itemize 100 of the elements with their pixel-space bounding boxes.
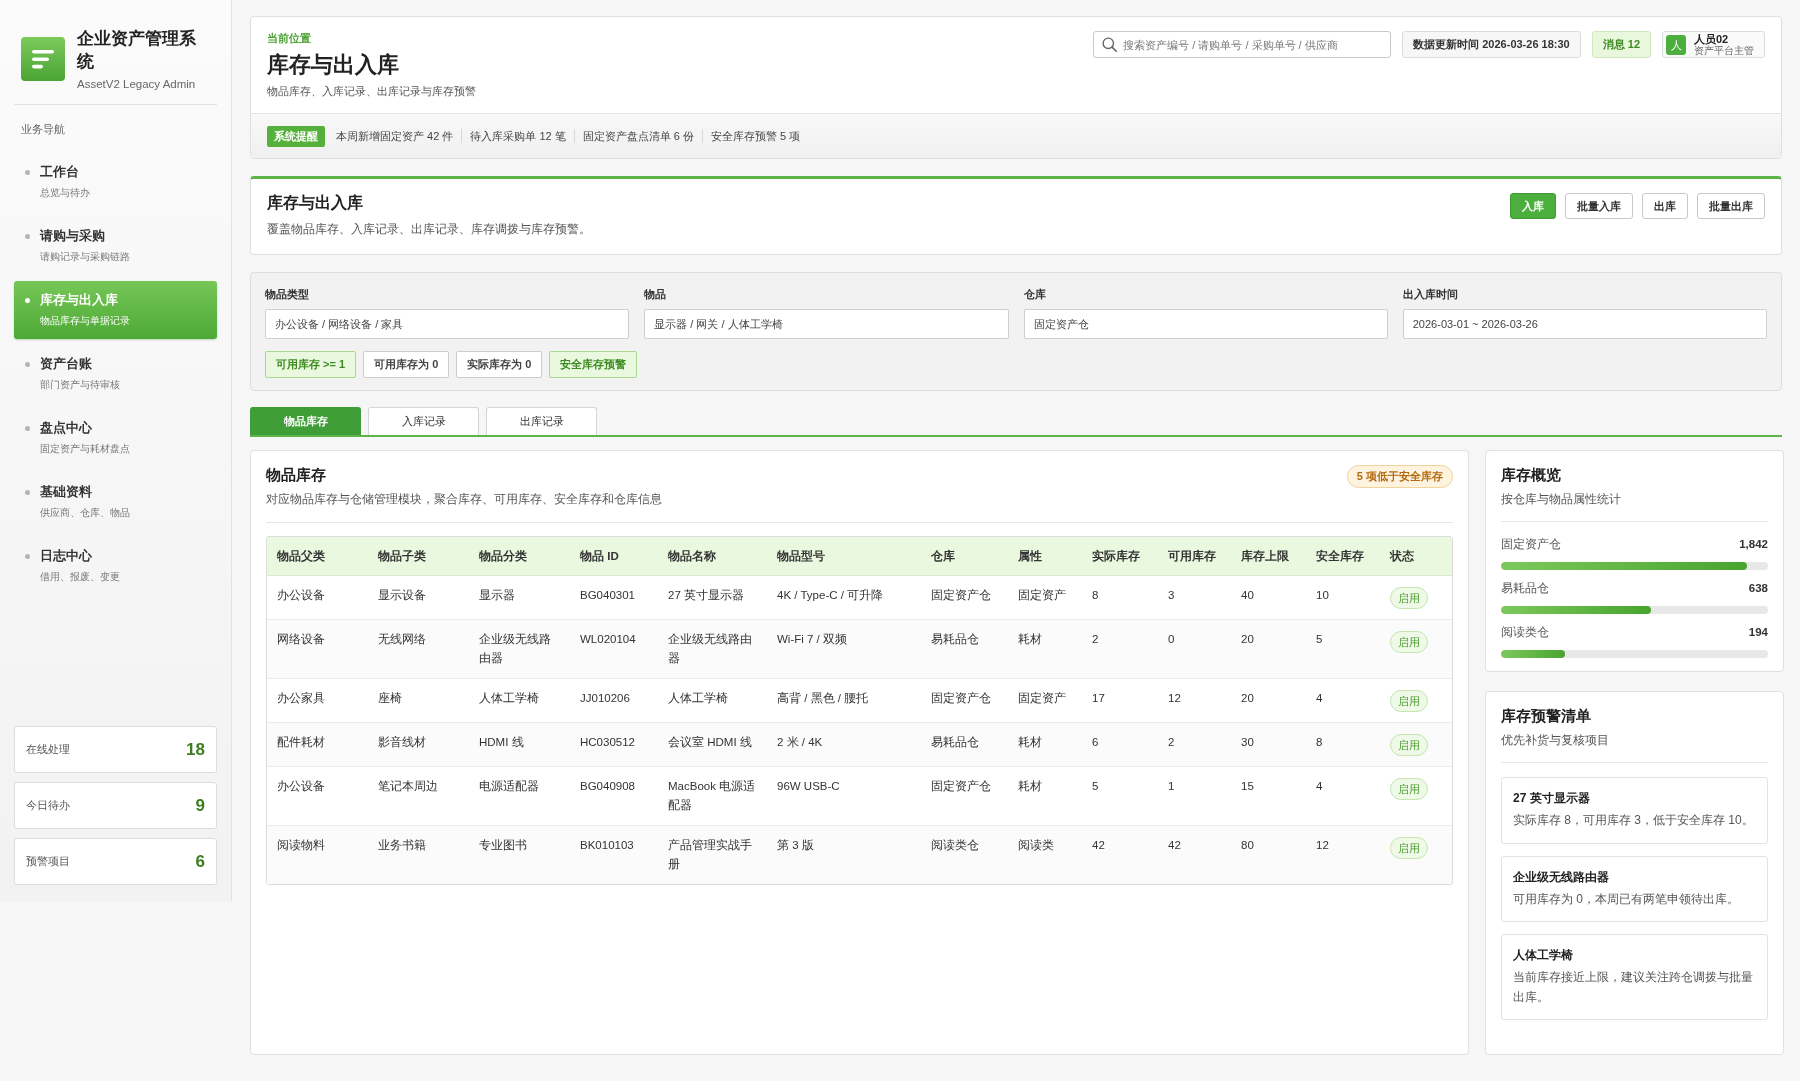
column-header: 属性	[1008, 537, 1082, 576]
user-name: 人员02	[1694, 32, 1730, 45]
column-header: 库存上限	[1231, 537, 1306, 576]
column-header: 物品名称	[658, 537, 767, 576]
table-cell: 耗材	[1008, 766, 1082, 826]
table-cell: 影音线材	[368, 722, 469, 767]
table-cell: 显示设备	[368, 575, 469, 620]
table-cell: HC030512	[570, 722, 658, 767]
table-cell: 耗材	[1008, 722, 1082, 767]
table-cell: 5	[1082, 766, 1158, 826]
warning-badge: 5 项低于安全库存	[1346, 465, 1453, 488]
table-cell: 办公家具	[267, 678, 368, 723]
alert-title: 企业级无线路由器	[1513, 868, 1610, 886]
dot-icon	[25, 298, 30, 303]
table-cell: 配件耗材	[267, 722, 368, 767]
column-header: 物品父类	[267, 537, 368, 576]
table-cell: 阅读类	[1008, 825, 1082, 884]
sidebar-item[interactable]: 日志中心 借用、报废、变更	[14, 537, 217, 595]
table-cell: 5	[1306, 619, 1380, 679]
user-menu[interactable]: 人 人员02 资产平台主管	[1662, 31, 1765, 58]
table-cell: 10	[1306, 575, 1380, 620]
action-button[interactable]: 出库	[1642, 193, 1688, 219]
status-tag: 启用	[1390, 631, 1428, 653]
table-cell: 易耗品仓	[921, 619, 1008, 679]
section-title: 库存与出入库	[267, 193, 364, 213]
table-cell: 耗材	[1008, 619, 1082, 679]
sidebar-item[interactable]: 资产台账 部门资产与待审核	[14, 345, 217, 403]
alert-text: 实际库存 8，可用库存 3，低于安全库存 10。	[1513, 812, 1755, 829]
table-cell: 第 3 版	[767, 825, 921, 884]
filter-chip[interactable]: 实际库存为 0	[456, 351, 543, 378]
filter-chip[interactable]: 可用库存为 0	[363, 351, 450, 378]
input-field[interactable]: 显示器 / 网关 / 人体工学椅	[644, 309, 1009, 339]
sidebar-item[interactable]: 请购与采购 请购记录与采购链路	[14, 217, 217, 275]
table-cell: BG040908	[570, 766, 658, 826]
stat-label: 预警项目	[26, 854, 70, 869]
column-header: 可用库存	[1158, 537, 1231, 576]
alert-title: 人体工学椅	[1513, 947, 1574, 964]
table-cell: 固定资产仓	[921, 575, 1008, 620]
table-cell: 座椅	[368, 678, 469, 723]
stat-label: 今日待办	[26, 798, 70, 813]
table-cell: 会议室 HDMI 线	[658, 722, 767, 767]
column-header: 物品分类	[469, 537, 570, 576]
input-field[interactable]: 固定资产仓	[1023, 309, 1388, 339]
user-avatar: 人	[1666, 34, 1686, 55]
status-tag: 启用	[1390, 587, 1428, 609]
sidebar-item[interactable]: 盘点中心 固定资产与耗材盘点	[14, 409, 217, 467]
app-title: 企业资产管理系统	[77, 28, 197, 73]
sidebar-item[interactable]: 工作台 总览与待办	[14, 153, 217, 211]
table-cell: 人体工学椅	[469, 678, 570, 723]
table-cell: 12	[1306, 825, 1380, 884]
table-cell: WL020104	[570, 619, 658, 679]
filter-chip[interactable]: 可用库存 >= 1	[265, 351, 357, 378]
table-cell: 办公设备	[267, 575, 368, 620]
warehouse-label: 易耗品仓	[1501, 581, 1549, 596]
tab[interactable]: 入库记录	[368, 407, 479, 435]
table-cell: 30	[1231, 722, 1306, 767]
table-cell: 8	[1306, 722, 1380, 767]
column-header: 仓库	[921, 537, 1008, 576]
filter-label: 物品类型	[265, 287, 310, 301]
stat-label: 在线处理	[26, 742, 70, 757]
messages-button[interactable]: 消息 12	[1591, 31, 1651, 58]
table-cell: JJ010206	[570, 678, 658, 723]
table-cell: 20	[1231, 678, 1306, 723]
dot-icon	[25, 426, 30, 431]
column-header: 安全库存	[1306, 537, 1380, 576]
user-role: 资产平台主管	[1694, 44, 1754, 57]
stat-value: 9	[195, 795, 205, 816]
table-cell: 企业级无线路由器	[658, 619, 767, 679]
logo-icon	[21, 36, 65, 81]
notice-text: 安全库存预警 5 项	[701, 129, 809, 143]
status-tag: 启用	[1390, 778, 1428, 800]
filter-chip[interactable]: 安全库存预警	[549, 351, 638, 378]
column-header: 物品型号	[767, 537, 921, 576]
input-field[interactable]: 办公设备 / 网络设备 / 家具	[265, 309, 630, 339]
notice-text: 待入库采购单 12 笔	[461, 129, 574, 143]
table-cell: 网络设备	[267, 619, 368, 679]
table-cell: 96W USB-C	[767, 766, 921, 826]
column-header: 物品 ID	[570, 537, 658, 576]
overview-title: 库存概览	[1501, 465, 1562, 485]
table-cell: 8	[1082, 575, 1158, 620]
action-button[interactable]: 批量出库	[1697, 193, 1765, 219]
nav-section-label: 业务导航	[20, 122, 66, 137]
action-button[interactable]: 批量入库	[1565, 193, 1633, 219]
warehouse-label: 阅读类仓	[1501, 625, 1549, 640]
search-field[interactable]: 搜索资产编号 / 请购单号 / 采购单号 / 供应商	[1093, 31, 1392, 58]
table-cell: 固定资产	[1008, 678, 1082, 723]
dot-icon	[25, 490, 30, 495]
table-cell: 阅读物料	[267, 825, 368, 884]
sidebar-item[interactable]: 基础资料 供应商、仓库、物品	[14, 473, 217, 531]
status-tag: 启用	[1390, 734, 1428, 756]
table-cell: HDMI 线	[469, 722, 570, 767]
filter-label: 物品	[644, 287, 668, 301]
table-cell: 固定资产	[1008, 575, 1082, 620]
alert-text: 可用库存为 0，本周已有两笔申领待出库。	[1513, 890, 1740, 908]
alerts-subtitle: 优先补货与复核项目	[1501, 733, 1610, 748]
table-cell: 12	[1158, 678, 1231, 723]
input-field[interactable]: 2026-03-01 ~ 2026-03-26	[1402, 309, 1767, 339]
tab[interactable]: 出库记录	[486, 407, 597, 435]
column-header: 实际库存	[1082, 537, 1158, 576]
table-cell: 40	[1231, 575, 1306, 620]
